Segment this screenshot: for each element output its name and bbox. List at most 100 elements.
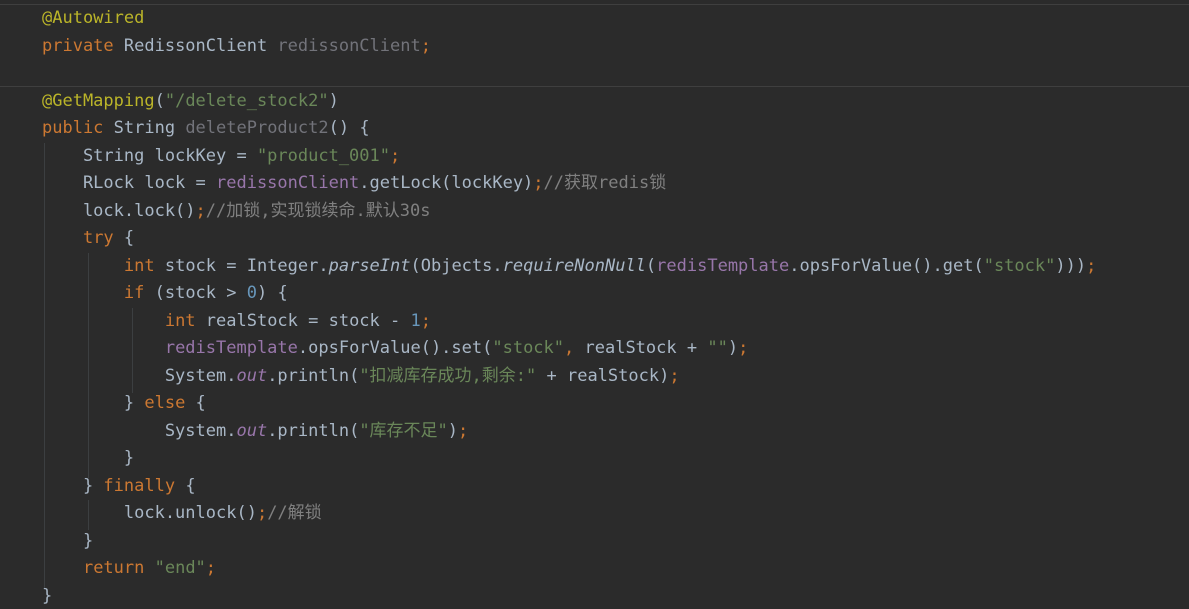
code-line[interactable]: public String deleteProduct2() {: [42, 115, 370, 141]
code-token: System.: [42, 420, 237, 441]
code-token: ;: [458, 420, 469, 441]
code-token: ): [447, 420, 459, 441]
code-token: + realStock): [536, 365, 670, 386]
code-token: System.: [42, 365, 237, 386]
code-token: "": [707, 338, 728, 358]
code-token: ;: [533, 173, 544, 193]
code-token: //解锁: [267, 503, 322, 523]
code-token: .getLock(lockKey): [359, 173, 534, 193]
code-line[interactable]: lock.unlock();//解锁: [42, 500, 322, 526]
code-token: redissonClient: [216, 173, 360, 193]
code-token: private: [42, 35, 124, 56]
code-line[interactable]: if (stock > 0) {: [42, 280, 288, 306]
code-token: requireNonNull: [502, 255, 646, 276]
code-token: realStock = stock -: [205, 310, 411, 331]
code-line[interactable]: } else {: [42, 390, 206, 416]
code-token: int: [164, 310, 206, 331]
code-line[interactable]: }: [42, 528, 93, 554]
code-line[interactable]: }: [42, 445, 134, 471]
code-token: {: [195, 393, 206, 413]
code-token: ;: [256, 503, 268, 523]
code-token: "end": [154, 558, 206, 578]
code-line[interactable]: return "end";: [42, 555, 216, 581]
code-token: out: [236, 365, 268, 386]
code-token: .opsForValue().set(: [297, 338, 493, 358]
code-token: redisTemplate: [164, 338, 298, 358]
code-token: finally: [103, 475, 186, 496]
code-line[interactable]: int stock = Integer.parseInt(Objects.req…: [42, 253, 1096, 279]
code-line[interactable]: System.out.println("库存不足");: [42, 418, 468, 444]
code-token: }: [42, 530, 94, 551]
code-token: ;: [738, 338, 749, 358]
code-token: redisTemplate: [656, 255, 790, 276]
method-separator-top: [0, 4, 1189, 5]
code-line[interactable]: System.out.println("扣减库存成功,剩余:" + realSt…: [42, 363, 680, 389]
code-token: deleteProduct2: [185, 118, 329, 138]
code-token: stock = Integer.: [164, 255, 329, 276]
code-line[interactable]: }: [42, 583, 52, 609]
code-line[interactable]: @GetMapping("/delete_stock2"): [42, 88, 339, 114]
code-token: 1: [410, 310, 421, 331]
code-token: @Autowired: [42, 8, 145, 28]
code-token: ;: [669, 365, 680, 386]
code-token: ;: [390, 145, 401, 166]
code-token: {: [185, 475, 196, 496]
code-token: ): [727, 338, 739, 358]
code-token: ;: [205, 558, 217, 578]
code-token: .println(: [267, 420, 360, 441]
code-line[interactable]: try {: [42, 225, 134, 251]
code-token: "stock": [983, 255, 1056, 276]
code-token: "扣减库存成功,剩余:": [359, 365, 537, 386]
code-token: RedissonClient: [123, 35, 278, 56]
code-token: "库存不足": [359, 420, 448, 441]
code-token: ;: [195, 200, 206, 221]
code-token: else: [144, 393, 196, 413]
code-token: redissonClient: [277, 35, 421, 56]
code-token: if: [123, 283, 155, 303]
code-token: int: [123, 255, 165, 276]
code-token: }: [42, 448, 135, 468]
code-token: ;: [420, 310, 431, 331]
code-token: (: [645, 255, 657, 276]
code-token: ): [328, 90, 339, 111]
code-token: (Objects.: [410, 255, 503, 276]
code-token: ))): [1055, 255, 1087, 276]
code-token: {: [123, 228, 135, 248]
code-token: (: [154, 90, 165, 111]
code-token: }: [42, 393, 145, 413]
code-token: String lockKey =: [42, 145, 257, 166]
code-token: ) {: [256, 283, 288, 303]
code-token: lock.lock(): [42, 200, 196, 221]
code-token: }: [42, 475, 104, 496]
code-token: //加锁,实现锁续命.默认30s: [205, 200, 431, 221]
code-token: realStock +: [584, 338, 708, 358]
code-token: "/delete_stock2": [164, 90, 329, 111]
code-token: 0: [246, 283, 257, 303]
code-token: (stock >: [154, 283, 247, 303]
code-line[interactable]: int realStock = stock - 1;: [42, 308, 431, 334]
code-editor[interactable]: @Autowired private RedissonClient redisso…: [0, 0, 1189, 609]
code-line[interactable]: } finally {: [42, 473, 196, 499]
code-token: parseInt: [328, 255, 411, 276]
code-token: .println(: [267, 365, 360, 386]
code-token: .opsForValue().get(: [789, 255, 984, 276]
code-token: ;: [1086, 255, 1097, 276]
code-line[interactable]: RLock lock = redissonClient.getLock(lock…: [42, 170, 666, 196]
code-token: "stock": [492, 338, 565, 358]
code-line[interactable]: @Autowired: [42, 5, 144, 31]
code-line[interactable]: String lockKey = "product_001";: [42, 143, 400, 169]
code-line[interactable]: redisTemplate.opsForValue().set("stock",…: [42, 335, 748, 361]
code-token: }: [42, 585, 53, 606]
code-token: public: [42, 118, 114, 138]
code-token: () {: [328, 118, 370, 138]
code-token: return: [82, 558, 155, 578]
code-token: lock.unlock(): [42, 503, 257, 523]
code-line[interactable]: lock.lock();//加锁,实现锁续命.默认30s: [42, 198, 431, 224]
code-line[interactable]: private RedissonClient redissonClient;: [42, 33, 431, 59]
code-token: //获取redis锁: [543, 173, 667, 193]
code-token: "product_001": [256, 145, 390, 166]
